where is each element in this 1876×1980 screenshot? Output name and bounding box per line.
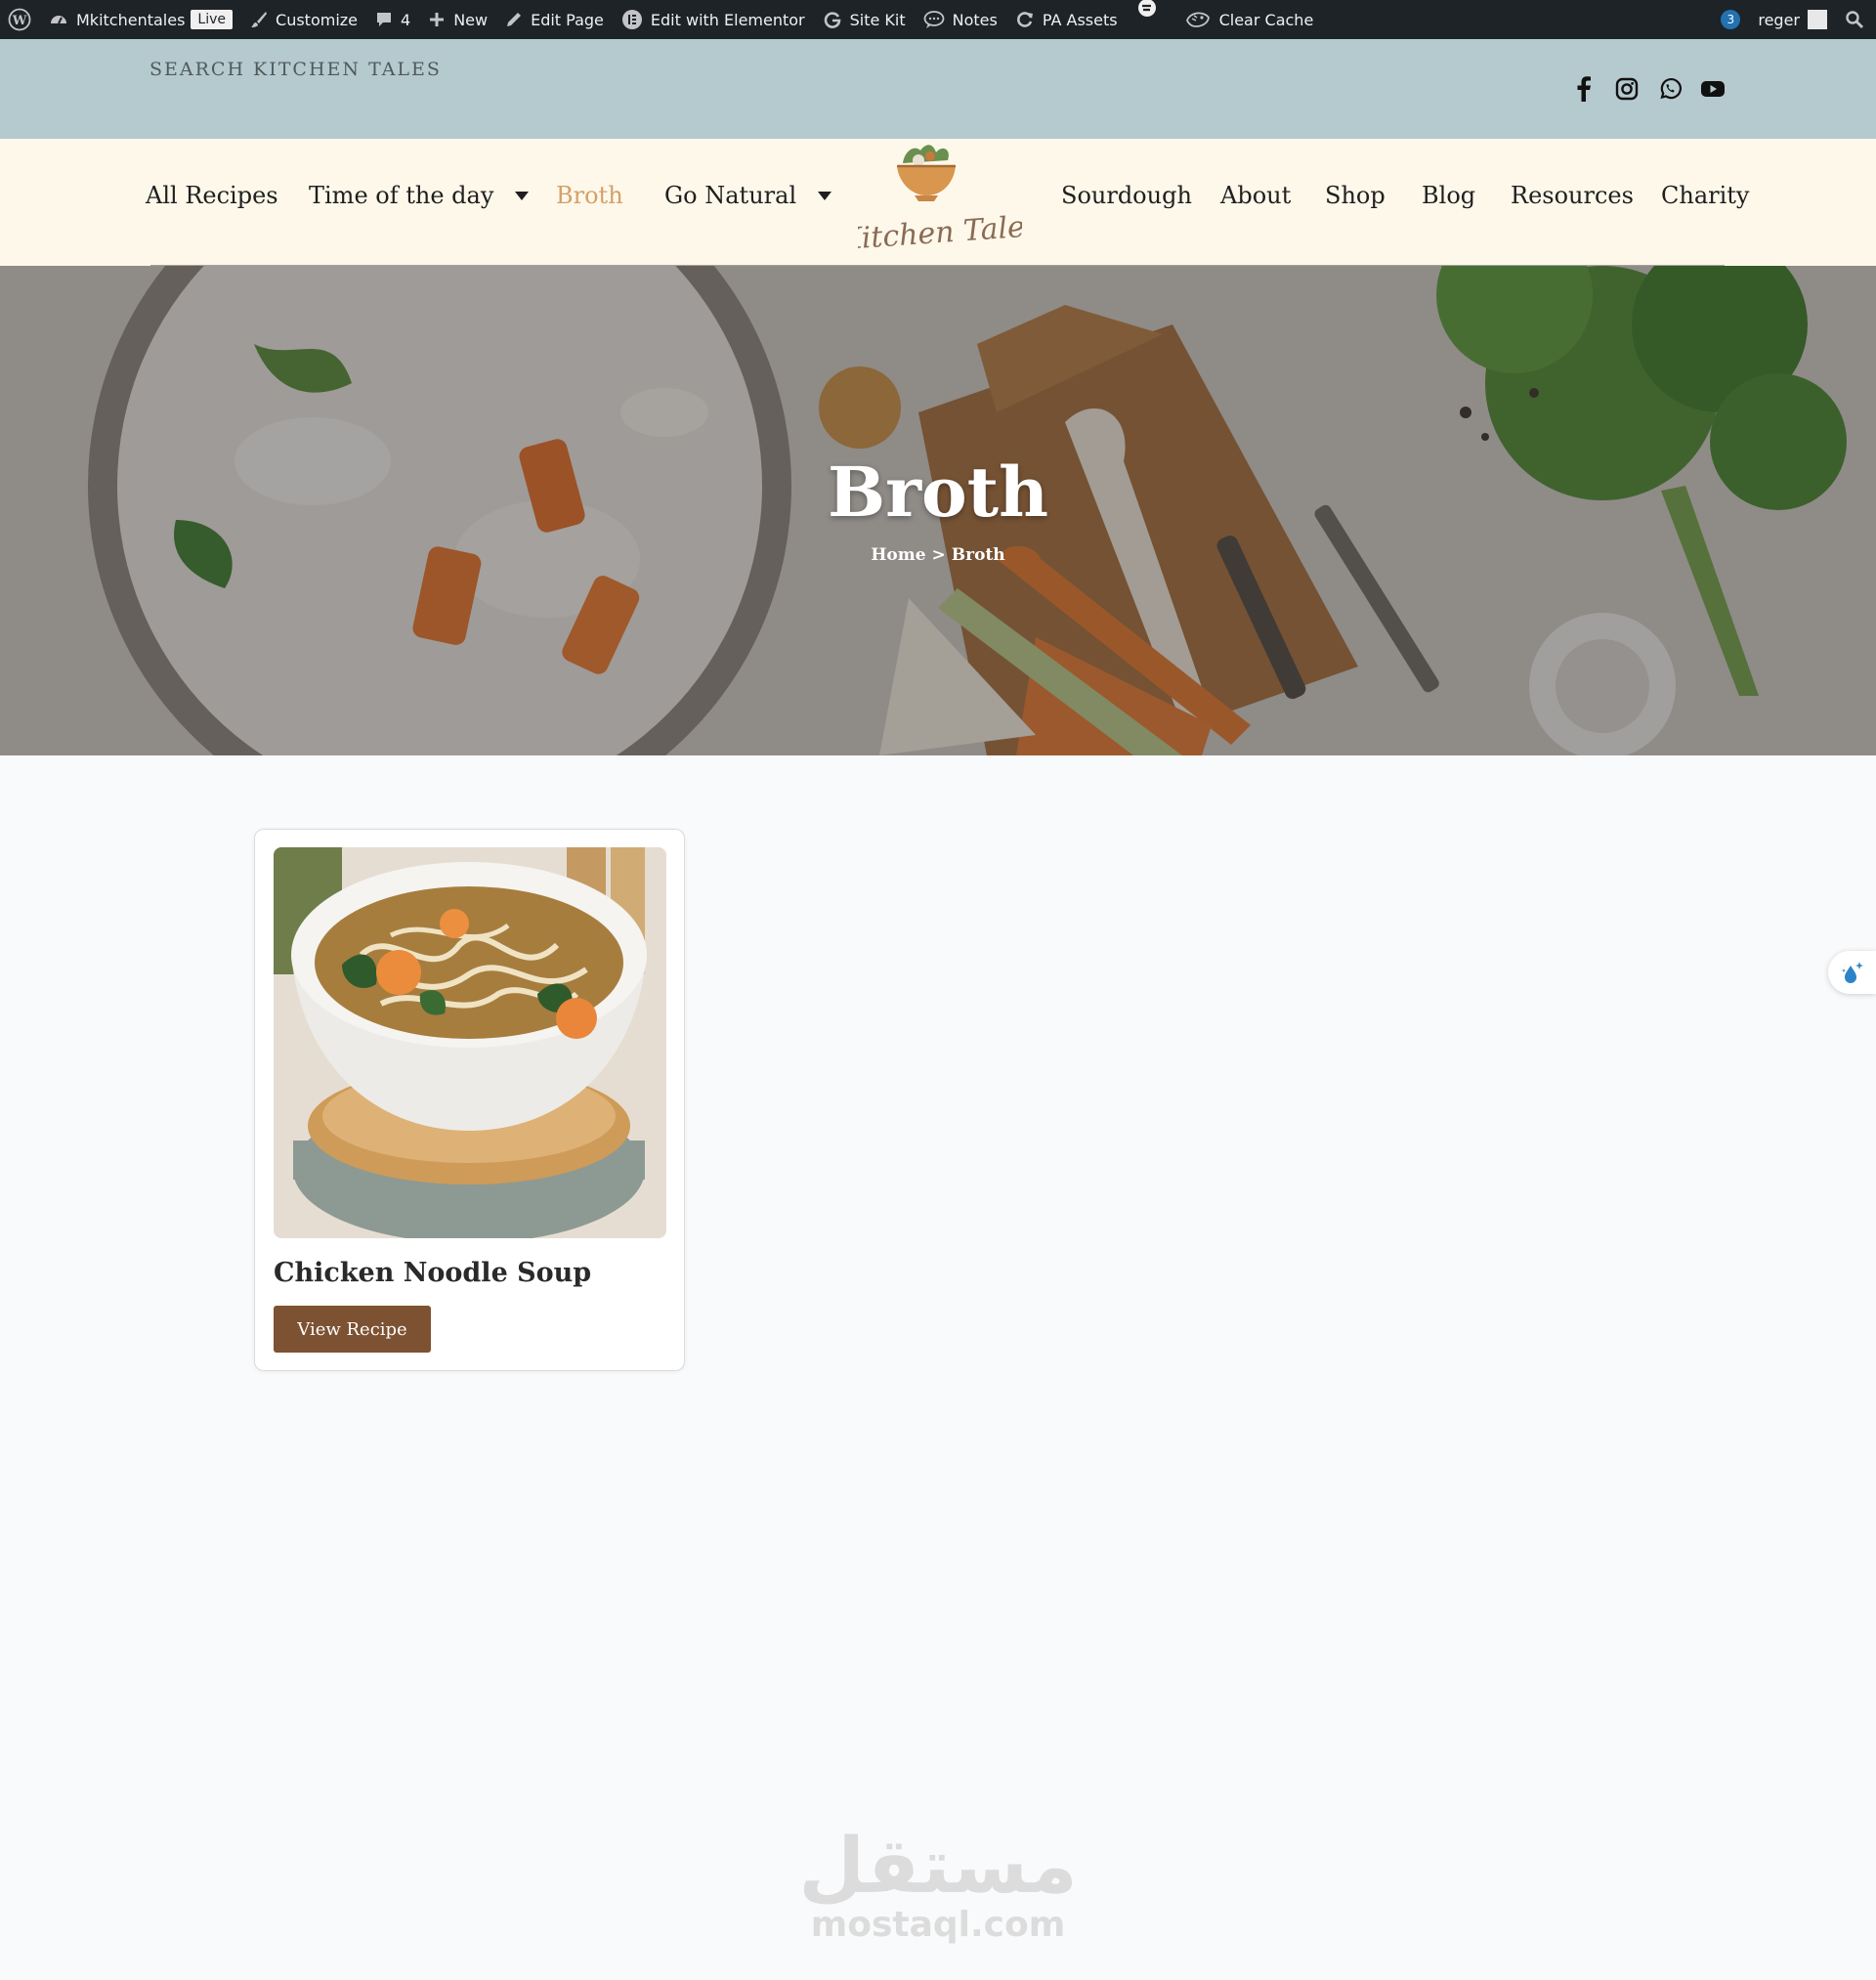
logo-wordmark: Kitchen Tales [858, 209, 1022, 257]
brush-icon [251, 12, 268, 27]
customize-link[interactable]: Customize [241, 0, 366, 39]
recipe-card: Chicken Noodle Soup View Recipe [254, 829, 685, 1371]
edit-elementor-link[interactable]: Edit with Elementor [613, 0, 814, 39]
site-kit-label: Site Kit [849, 10, 906, 29]
site-name: Mkitchentales [76, 10, 186, 29]
clear-cache-label: Clear Cache [1218, 10, 1314, 29]
breadcrumb-home[interactable]: Home [871, 545, 925, 565]
breadcrumb-current: Broth [951, 545, 1005, 565]
notification-badge: 3 [1721, 10, 1741, 29]
breadcrumb: Home > Broth [0, 545, 1876, 565]
nav-label: Charity [1661, 182, 1750, 209]
instagram-icon[interactable] [1614, 76, 1640, 102]
nav-time-of-the-day[interactable]: Time of the day [309, 182, 530, 209]
youtube-icon[interactable] [1700, 76, 1726, 102]
recipe-image[interactable] [274, 847, 666, 1238]
search-icon [1846, 11, 1863, 28]
svg-text:W: W [12, 14, 27, 28]
site-kit-link[interactable]: Site Kit [814, 0, 915, 39]
nav-charity[interactable]: Charity [1661, 182, 1749, 209]
comments-link[interactable]: 4 [366, 0, 419, 39]
seo-menu[interactable] [1127, 0, 1168, 39]
notifications-link[interactable]: 3 [1712, 0, 1749, 39]
nav-go-natural[interactable]: Go Natural [664, 182, 832, 209]
nav-label: Go Natural [664, 182, 797, 209]
user-account-menu[interactable]: reger [1749, 0, 1836, 39]
notes-label: Notes [952, 10, 998, 29]
top-strip: SEARCH KITCHEN TALES [0, 39, 1876, 139]
comments-count: 4 [401, 10, 411, 29]
google-g-icon [824, 12, 841, 28]
refresh-icon [1016, 12, 1033, 27]
notes-link[interactable]: Notes [915, 0, 1006, 39]
elementor-icon [621, 10, 642, 29]
seo-logo-icon [1137, 0, 1156, 17]
caret-down-icon [515, 191, 530, 200]
edit-page-label: Edit Page [531, 10, 604, 29]
caret-down-icon [818, 191, 832, 200]
user-name: reger [1758, 10, 1800, 29]
nav-all-recipes[interactable]: All Recipes [146, 182, 278, 209]
avatar [1808, 10, 1827, 29]
pencil-icon [507, 13, 522, 26]
cheetah-icon [1185, 12, 1210, 27]
site-logo[interactable]: Kitchen Tales [837, 139, 1041, 264]
breadcrumb-separator: > [931, 545, 946, 565]
watermark-arabic: مستقل [798, 1823, 1078, 1911]
facebook-icon[interactable] [1571, 76, 1597, 102]
comment-icon [377, 13, 391, 26]
page-hero: Broth Home > Broth [0, 266, 1876, 755]
recipe-title[interactable]: Chicken Noodle Soup [274, 1258, 591, 1288]
speech-bubble-icon [923, 11, 945, 28]
admin-search-button[interactable] [1836, 0, 1876, 39]
page-title: Broth [828, 452, 1048, 533]
social-links [1571, 76, 1726, 102]
new-label: New [453, 10, 489, 29]
pa-assets-link[interactable]: PA Assets [1006, 0, 1127, 39]
edit-elementor-label: Edit with Elementor [650, 10, 805, 29]
edit-page-link[interactable]: Edit Page [496, 0, 613, 39]
nav-label: Time of the day [309, 182, 494, 209]
clear-cache-link[interactable]: Clear Cache [1175, 0, 1323, 39]
wp-admin-bar: W Mkitchentales Live Customize 4 New Edi… [0, 0, 1876, 39]
pa-assets-label: PA Assets [1042, 10, 1118, 29]
nav-shop[interactable]: Shop [1325, 182, 1386, 209]
plus-icon [430, 13, 445, 26]
dashboard-icon [51, 16, 66, 24]
nav-label: Resources [1511, 182, 1634, 209]
nav-label: Shop [1325, 182, 1386, 209]
view-recipe-button[interactable]: View Recipe [274, 1306, 431, 1353]
floating-widget-button[interactable] [1828, 951, 1876, 994]
watermark: مستقل mostaql.com [0, 1828, 1876, 1945]
nav-broth[interactable]: Broth [556, 182, 623, 209]
nav-label: All Recipes [146, 182, 278, 209]
live-badge: Live [191, 10, 234, 29]
nav-about[interactable]: About [1220, 182, 1291, 209]
nav-label: About [1220, 182, 1292, 209]
sparkle-drop-icon [1841, 962, 1863, 983]
nav-label: Sourdough [1061, 182, 1192, 209]
nav-resources[interactable]: Resources [1511, 182, 1634, 209]
nav-label: Blog [1422, 182, 1476, 209]
site-name-menu[interactable]: Mkitchentales Live [40, 0, 241, 39]
nav-sourdough[interactable]: Sourdough [1061, 182, 1192, 209]
whatsapp-icon[interactable] [1657, 76, 1683, 102]
main-navigation: All Recipes Time of the day Broth Go Nat… [0, 139, 1876, 267]
customize-label: Customize [276, 10, 358, 29]
wordpress-logo-icon[interactable]: W [0, 0, 40, 39]
search-trigger[interactable]: SEARCH KITCHEN TALES [149, 59, 442, 80]
nav-blog[interactable]: Blog [1422, 182, 1475, 209]
new-content-menu[interactable]: New [419, 0, 496, 39]
nav-label: Broth [556, 182, 623, 209]
watermark-latin: mostaql.com [810, 1905, 1066, 1945]
